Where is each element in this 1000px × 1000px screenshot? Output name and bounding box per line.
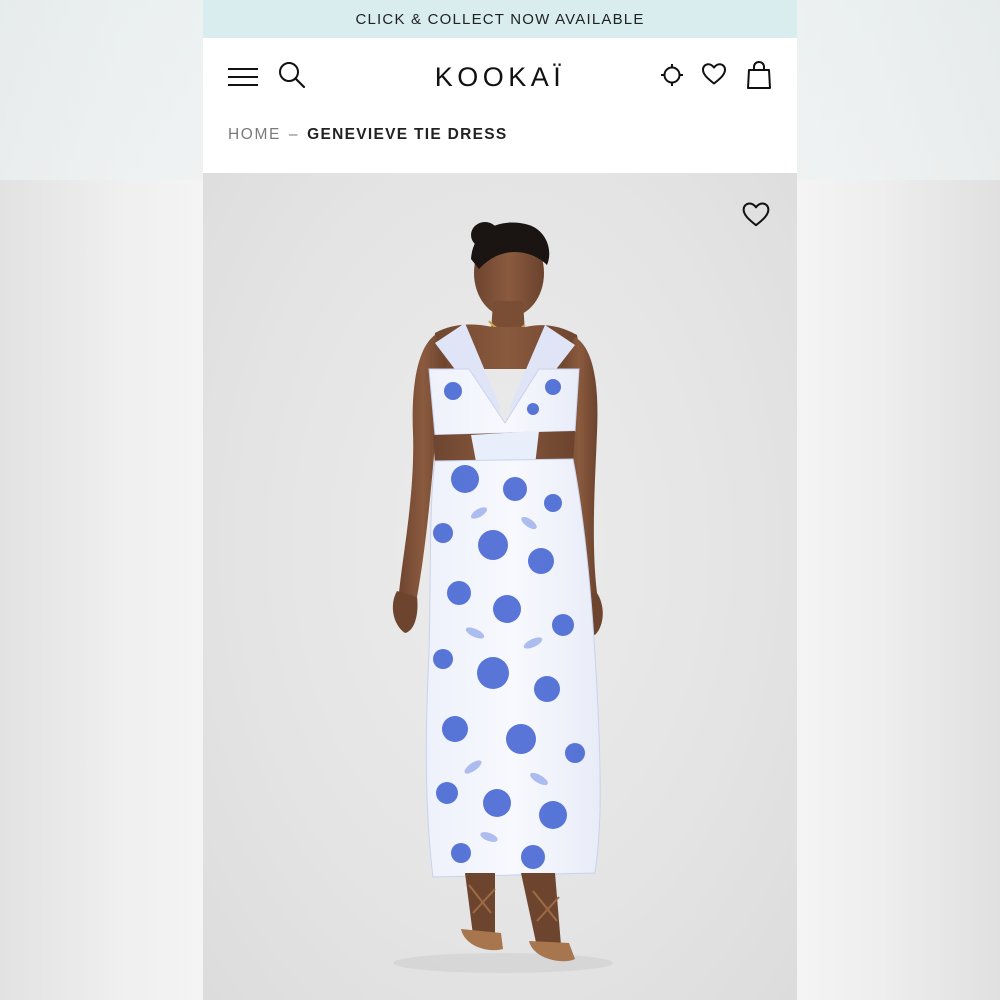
site-header: KOOKAÏ bbox=[203, 38, 797, 114]
wishlist-button[interactable] bbox=[699, 59, 729, 89]
breadcrumb-separator: – bbox=[288, 126, 300, 143]
heart-outline-icon bbox=[742, 201, 770, 226]
store-locator-button[interactable] bbox=[657, 60, 687, 90]
promo-text: CLICK & COLLECT NOW AVAILABLE bbox=[355, 10, 645, 28]
product-image[interactable] bbox=[203, 173, 797, 1000]
breadcrumb-home-link[interactable]: HOME bbox=[228, 126, 281, 144]
store-locator-icon bbox=[661, 64, 683, 86]
shopping-bag-button[interactable] bbox=[743, 58, 775, 92]
breadcrumb: HOME – GENEVIEVE TIE DRESS bbox=[203, 114, 797, 173]
promo-banner[interactable]: CLICK & COLLECT NOW AVAILABLE bbox=[203, 0, 797, 38]
add-to-wishlist-button[interactable] bbox=[739, 197, 773, 231]
wishlist-icon bbox=[702, 63, 726, 85]
model-illustration bbox=[392, 222, 613, 973]
breadcrumb-current-page: GENEVIEVE TIE DRESS bbox=[307, 126, 508, 143]
shopping-bag-icon bbox=[747, 60, 771, 89]
mobile-viewport: CLICK & COLLECT NOW AVAILABLE KOOKAÏ HOM… bbox=[203, 0, 797, 1000]
